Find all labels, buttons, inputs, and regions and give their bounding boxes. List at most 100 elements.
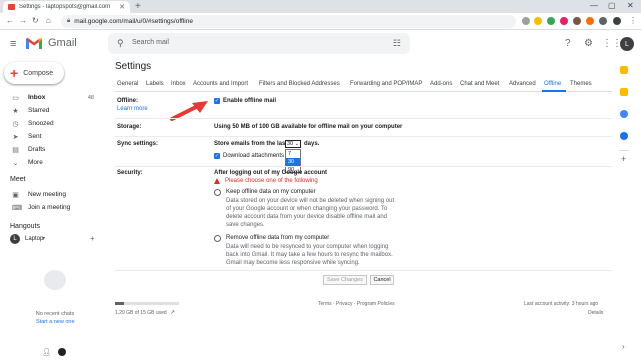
person-icon[interactable]: 👤︎	[42, 348, 51, 356]
cancel-button[interactable]: Cancel	[370, 275, 394, 285]
enable-offline-label[interactable]: Enable offline mail	[223, 98, 276, 104]
gmail-logo-icon[interactable]	[26, 37, 42, 49]
share-icon[interactable]	[522, 17, 530, 25]
tab-forwarding[interactable]: Forwarding and POP/IMAP	[350, 81, 422, 87]
download-attachments-checkbox[interactable]: ✓	[214, 153, 220, 159]
bookmark-star-icon[interactable]	[534, 17, 542, 25]
maximize-icon[interactable]: ▢	[608, 1, 616, 10]
footer-links[interactable]: Terms · Privacy · Program Policies	[318, 301, 395, 307]
row-divider	[115, 270, 612, 271]
sidebar-item-snoozed[interactable]: ◷ Snoozed	[0, 117, 100, 130]
draft-icon: ▤	[12, 146, 19, 154]
url-field[interactable]: 🔒︎ mail.google.com/mail/u/0/#settings/of…	[61, 15, 516, 28]
details-link[interactable]: Details	[588, 310, 603, 316]
tab-general[interactable]: General	[117, 81, 138, 87]
external-link-icon[interactable]: ↗	[170, 309, 175, 316]
tab-filters[interactable]: Filters and Blocked Addresses	[259, 81, 340, 87]
extension-icon[interactable]	[560, 17, 568, 25]
sidebar-item-inbox[interactable]: ▭ Inbox 48	[0, 91, 100, 104]
inbox-count: 48	[87, 94, 94, 101]
forward-icon[interactable]: →	[19, 16, 27, 25]
keep-offline-radio[interactable]	[214, 189, 221, 196]
sidebar-item-label: More	[28, 159, 43, 166]
account-avatar[interactable]: L	[620, 37, 634, 51]
tab-accounts[interactable]: Accounts and Import	[193, 81, 248, 87]
chevron-down-icon: ⌄	[294, 141, 299, 147]
contacts-icon[interactable]	[620, 132, 628, 140]
keep-icon[interactable]	[620, 88, 628, 96]
tab-title: Settings - laptopspots@gmail.com	[19, 4, 111, 10]
sidebar-item-sent[interactable]: ➤ Sent	[0, 130, 100, 143]
main-menu-icon[interactable]: ≡	[10, 38, 16, 50]
minimize-icon[interactable]: —	[590, 1, 598, 10]
address-bar-row: ← → ↻ ⌂ 🔒︎ mail.google.com/mail/u/0/#set…	[0, 13, 641, 30]
extension-icon[interactable]	[586, 17, 594, 25]
hangouts-status-icon[interactable]	[58, 348, 66, 356]
dropdown-option-selected[interactable]: 30	[286, 158, 300, 166]
add-addon-icon[interactable]: +	[621, 154, 626, 164]
close-tab-icon[interactable]: ✕	[119, 3, 125, 11]
menu-dots-icon[interactable]: ⋮	[629, 16, 637, 25]
hangouts-avatar[interactable]: L	[10, 234, 20, 244]
extension-icon[interactable]	[573, 17, 581, 25]
tab-offline[interactable]: Offline	[544, 81, 561, 87]
sidebar-item-label: Drafts	[28, 146, 46, 153]
new-meeting-item[interactable]: ▣ New meeting	[0, 188, 100, 201]
search-bar[interactable]: ⚲ Search mail ☷	[108, 33, 410, 54]
search-input[interactable]: Search mail	[132, 39, 169, 46]
offline-label: Offline:	[117, 98, 138, 104]
puzzle-icon[interactable]	[599, 17, 607, 25]
back-icon[interactable]: ←	[6, 16, 14, 25]
search-options-icon[interactable]: ☷	[393, 38, 401, 49]
learn-more-link[interactable]: Learn more	[117, 106, 148, 112]
apps-grid-icon[interactable]: ⋮⋮	[602, 38, 622, 49]
reload-icon[interactable]: ↻	[32, 16, 39, 25]
gear-icon[interactable]: ⚙	[584, 38, 593, 49]
search-icon[interactable]: ⚲	[117, 38, 124, 49]
tab-labels[interactable]: Labels	[146, 81, 164, 87]
new-tab-icon[interactable]: +	[135, 1, 141, 12]
gmail-wordmark[interactable]: Gmail	[48, 37, 77, 49]
remove-offline-title[interactable]: Remove offline data from my computer	[226, 235, 329, 241]
sidebar-item-label: Snoozed	[28, 120, 54, 127]
extension-icon[interactable]	[547, 17, 555, 25]
tab-themes[interactable]: Themes	[570, 81, 592, 87]
keep-offline-title[interactable]: Keep offline data on my computer	[226, 189, 316, 195]
browser-tab[interactable]: Settings - laptopspots@gmail.com ✕	[3, 1, 130, 13]
dropdown-option[interactable]: 7	[286, 150, 300, 158]
sidebar-item-drafts[interactable]: ▤ Drafts	[0, 143, 100, 156]
profile-icon[interactable]	[613, 17, 621, 25]
compose-button[interactable]: + Compose	[4, 62, 64, 84]
tab-advanced[interactable]: Advanced	[509, 81, 536, 87]
close-window-icon[interactable]: ✕	[627, 1, 634, 10]
tab-inbox[interactable]: Inbox	[171, 81, 186, 87]
home-icon[interactable]: ⌂	[46, 16, 51, 25]
browser-tab-bar: Settings - laptopspots@gmail.com ✕ + — ▢…	[0, 0, 641, 13]
tab-addons[interactable]: Add-ons	[430, 81, 452, 87]
enable-offline-checkbox[interactable]: ✓	[214, 98, 220, 104]
tab-chat-meet[interactable]: Chat and Meet	[460, 81, 499, 87]
hangouts-user-name[interactable]: Laptop	[25, 236, 43, 242]
inbox-icon: ▭	[12, 94, 19, 102]
help-icon[interactable]: ?	[565, 38, 571, 49]
start-chat-link[interactable]: Start a new one	[36, 319, 75, 325]
security-label: Security:	[117, 170, 143, 176]
remove-offline-radio[interactable]	[214, 235, 221, 242]
tasks-icon[interactable]	[620, 110, 628, 118]
save-changes-button[interactable]: Save Changes	[323, 275, 367, 285]
sync-days-select[interactable]: 30 ⌄	[285, 140, 301, 148]
chevron-right-icon[interactable]: ›	[622, 342, 625, 351]
add-chat-icon[interactable]: +	[90, 234, 95, 243]
compose-label: Compose	[23, 69, 54, 77]
chevron-down-icon[interactable]: ▾	[42, 235, 45, 242]
download-attachments-label[interactable]: Download attachments	[223, 153, 284, 159]
sync-prefix: Store emails from the last	[214, 141, 288, 147]
sidebar-item-more[interactable]: ⌄ More	[0, 156, 100, 169]
calendar-icon[interactable]	[620, 66, 628, 74]
send-icon: ➤	[12, 133, 19, 141]
storage-used-text: 1.29 GB of 15 GB used	[115, 310, 167, 316]
lock-icon: 🔒︎	[67, 18, 71, 24]
row-divider	[115, 118, 612, 119]
join-meeting-item[interactable]: ⌨ Join a meeting	[0, 201, 100, 214]
sidebar-item-starred[interactable]: ★ Starred	[0, 104, 100, 117]
